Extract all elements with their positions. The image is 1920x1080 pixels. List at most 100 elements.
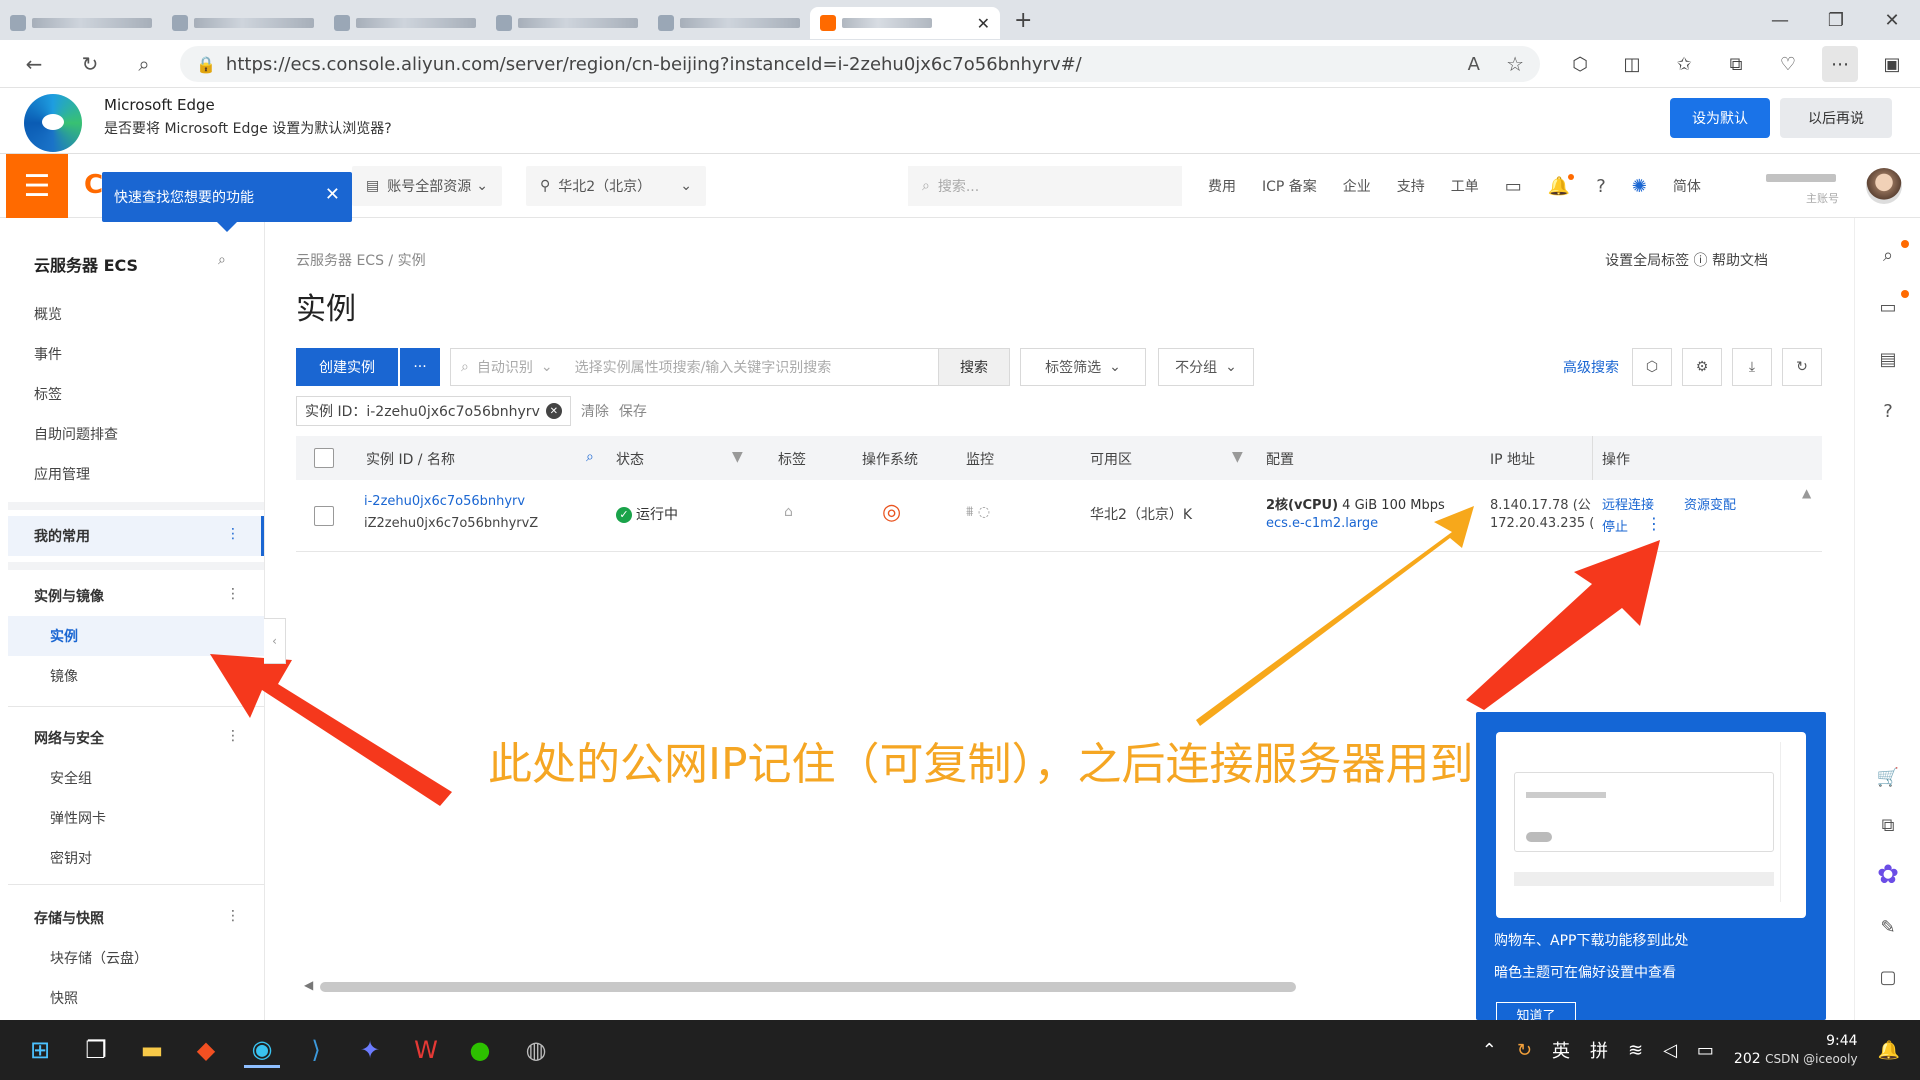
section-more-icon[interactable]: ⋮ <box>226 728 240 744</box>
app-icon[interactable]: ◍ <box>518 1032 554 1068</box>
sidebar-item-overview[interactable]: 概览 <box>34 304 62 324</box>
zone-filter-icon[interactable]: ▼ <box>1232 449 1243 465</box>
tag-filter-select[interactable]: 标签筛选 ⌄ <box>1020 348 1146 386</box>
docs-icon[interactable]: ⧉ <box>1875 812 1901 838</box>
search-button[interactable]: 搜索 <box>938 348 1010 386</box>
scroll-up-icon[interactable]: ▲ <box>1802 486 1811 500</box>
cart-icon[interactable]: ▭ <box>1875 294 1901 320</box>
favorites-more-icon[interactable]: ⋮ <box>226 526 240 542</box>
shopping-cart-icon[interactable]: 🛒 <box>1875 764 1901 790</box>
read-aloud-icon[interactable]: A <box>1468 54 1480 75</box>
monitor-chart-icon[interactable]: ⩩ ◌ <box>966 504 990 520</box>
nav-enterprise[interactable]: 企业 <box>1343 176 1371 196</box>
favorite-star-icon[interactable]: ☆ <box>1506 52 1524 76</box>
clock[interactable]: 9:44 202 CSDN @iceooly <box>1734 1032 1858 1068</box>
window-close-icon[interactable]: ✕ <box>1864 0 1920 40</box>
nav-billing[interactable]: 费用 <box>1208 176 1236 196</box>
sidebar-section-storage[interactable]: 存储与快照 <box>34 908 104 928</box>
nav-icp[interactable]: ICP 备案 <box>1262 176 1317 196</box>
battery-icon[interactable]: ▭ <box>1697 1040 1714 1061</box>
sidebar-section-favorites[interactable]: 我的常用 <box>34 526 90 546</box>
refresh-icon[interactable]: ↻ <box>70 52 110 76</box>
sidebar-item-disk[interactable]: 块存储（云盘） <box>50 948 148 968</box>
horizontal-scrollbar[interactable] <box>320 982 1296 992</box>
later-button[interactable]: 以后再说 <box>1780 98 1892 138</box>
notification-icon[interactable]: 🔔 <box>1878 1040 1900 1061</box>
refresh-icon[interactable]: ↻ <box>1782 348 1822 386</box>
set-default-button[interactable]: 设为默认 <box>1670 98 1770 138</box>
sidebar-toggle-icon[interactable]: ▣ <box>1874 46 1910 82</box>
console-search-input[interactable]: ⌕ 搜索... <box>908 166 1182 206</box>
search-icon[interactable]: ⌕ <box>124 52 164 76</box>
more-menu-icon[interactable]: ⋯ <box>1822 46 1858 82</box>
column-search-icon[interactable]: ⌕ <box>586 449 594 465</box>
back-icon[interactable]: ← <box>14 52 54 76</box>
save-filters-link[interactable]: 保存 <box>619 401 647 421</box>
sidebar-item-keypair[interactable]: 密钥对 <box>50 848 92 868</box>
sidebar-section-network[interactable]: 网络与安全 <box>34 728 104 748</box>
filter-chip[interactable]: 实例 ID：i-2zehu0jx6c7o56bnhyrv ✕ <box>296 396 571 426</box>
search-icon[interactable]: ⌕ <box>1875 242 1901 268</box>
resource-group-select[interactable]: ▤ 账号全部资源 ⌄ <box>352 166 502 206</box>
wifi-icon[interactable]: ≋ <box>1628 1040 1643 1061</box>
windows-start-icon[interactable]: ⊞ <box>22 1032 58 1068</box>
remote-connect-link[interactable]: 远程连接 <box>1602 494 1654 513</box>
split-screen-icon[interactable]: ◫ <box>1614 46 1650 82</box>
minimize-icon[interactable]: — <box>1752 0 1808 40</box>
remove-filter-icon[interactable]: ✕ <box>545 403 562 419</box>
url-field[interactable]: 🔒 https://ecs.console.aliyun.com/server/… <box>180 46 1540 82</box>
extensions-icon[interactable]: ⬡ <box>1562 46 1598 82</box>
auto-identify-select[interactable]: 自动识别 <box>477 357 533 377</box>
clear-filters-link[interactable]: 清除 <box>581 401 609 421</box>
browser-tab[interactable] <box>0 7 162 39</box>
settings-gear-icon[interactable]: ⚙ <box>1682 348 1722 386</box>
account-info[interactable]: 主账号 <box>1760 162 1850 210</box>
sidebar-item-tags[interactable]: 标签 <box>34 384 62 404</box>
download-icon[interactable]: ⤓ <box>1732 348 1772 386</box>
private-ip[interactable]: 172.20.43.235 ( <box>1490 516 1594 531</box>
sidebar-item-eni[interactable]: 弹性网卡 <box>50 808 106 828</box>
public-ip[interactable]: 8.140.17.78 (公 <box>1490 494 1591 513</box>
ime-language[interactable]: 英 <box>1552 1037 1570 1063</box>
volume-icon[interactable]: ◁ <box>1663 1040 1677 1061</box>
restore-icon[interactable]: ❐ <box>1808 0 1864 40</box>
collapse-sidebar-icon[interactable]: ‹ <box>264 618 286 664</box>
group-select[interactable]: 不分组 ⌄ <box>1158 348 1254 386</box>
sidebar-item-snapshot[interactable]: 快照 <box>50 988 78 1008</box>
more-actions-icon[interactable]: ⋮ <box>1646 514 1662 533</box>
cloud-shell-icon[interactable]: ▭ <box>1505 176 1522 197</box>
vscode-icon[interactable]: ⟩ <box>298 1032 334 1068</box>
new-tab-icon[interactable]: + <box>1014 8 1032 33</box>
app-icon[interactable]: ✦ <box>352 1032 388 1068</box>
wps-icon[interactable]: W <box>408 1032 444 1068</box>
help-icon[interactable]: ? <box>1596 176 1606 197</box>
select-all-checkbox[interactable] <box>314 448 334 468</box>
sidebar-item-events[interactable]: 事件 <box>34 344 62 364</box>
sync-icon[interactable]: ↻ <box>1517 1040 1532 1061</box>
nav-ticket[interactable]: 工单 <box>1451 176 1479 196</box>
browser-tab[interactable] <box>324 7 486 39</box>
resize-link[interactable]: 资源变配 <box>1684 494 1736 513</box>
avatar[interactable] <box>1866 168 1902 204</box>
notes-icon[interactable]: ▤ <box>1875 346 1901 372</box>
sidebar-item-images[interactable]: 镜像 <box>50 666 78 686</box>
help-icon[interactable]: ? <box>1875 398 1901 424</box>
favorites-icon[interactable]: ✩ <box>1666 46 1702 82</box>
create-instance-button[interactable]: 创建实例 <box>296 348 398 386</box>
ai-brain-icon[interactable]: ✿ <box>1875 860 1901 890</box>
app-icon[interactable]: ◆ <box>188 1032 224 1068</box>
browser-tab[interactable] <box>162 7 324 39</box>
sidebar-section-instances[interactable]: 实例与镜像 <box>34 586 104 606</box>
section-more-icon[interactable]: ⋮ <box>226 586 240 602</box>
ai-assistant-icon[interactable]: ✺ <box>1632 176 1647 197</box>
scroll-left-icon[interactable]: ◀ <box>304 978 313 992</box>
collections-icon[interactable]: ⧉ <box>1718 46 1754 82</box>
edge-icon[interactable]: ◉ <box>244 1032 280 1068</box>
advanced-search-link[interactable]: 高级搜索 <box>1556 348 1626 386</box>
tag-settings-icon[interactable]: ⬡ <box>1632 348 1672 386</box>
instance-search-input[interactable]: ⌕ 自动识别 ⌄ 选择实例属性项搜索/输入关键字识别搜索 <box>450 348 942 386</box>
tooltip-close-icon[interactable]: ✕ <box>325 184 340 205</box>
tab-close-icon[interactable]: ✕ <box>977 14 990 33</box>
sidebar-item-troubleshoot[interactable]: 自助问题排查 <box>34 424 118 444</box>
ime-mode[interactable]: 拼 <box>1590 1037 1608 1063</box>
